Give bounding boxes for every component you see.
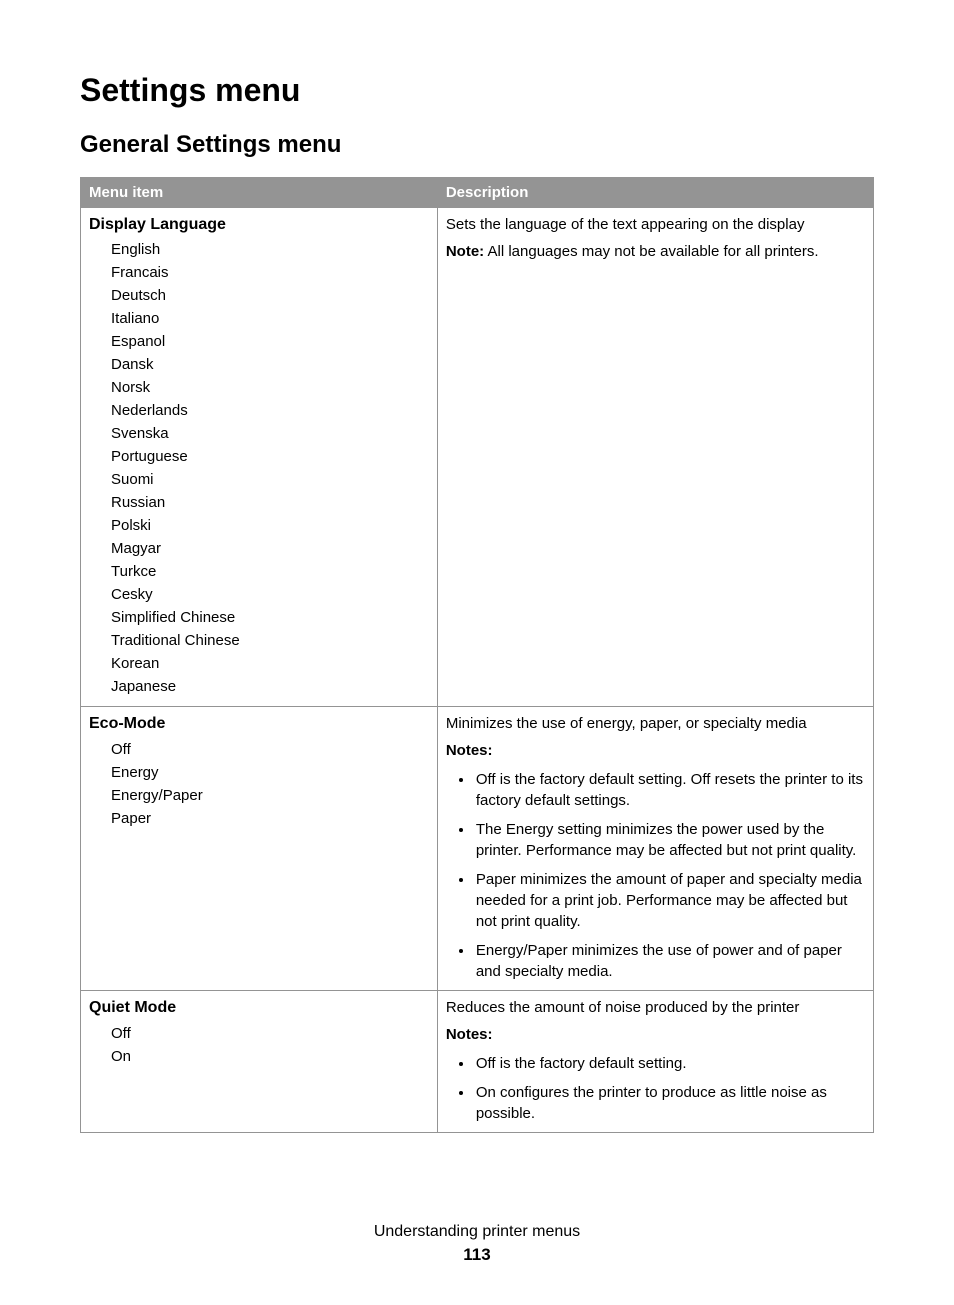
- description-note: Note: All languages may not be available…: [446, 241, 865, 262]
- table-row: Quiet Mode Off On Reduces the amount of …: [81, 991, 874, 1133]
- option-item: Japanese: [111, 675, 429, 698]
- page-title: Settings menu: [80, 72, 874, 109]
- table-header-menu-item: Menu item: [81, 178, 438, 208]
- note-item: Paper minimizes the amount of paper and …: [474, 867, 865, 938]
- option-item: Energy/Paper: [111, 784, 429, 807]
- table-header-description: Description: [437, 178, 873, 208]
- option-item: Paper: [111, 807, 429, 830]
- table-row: Display Language English Francais Deutsc…: [81, 208, 874, 707]
- option-item: Espanol: [111, 330, 429, 353]
- menu-item-cell: Quiet Mode Off On: [81, 991, 438, 1133]
- note-item: Off is the factory default setting. Off …: [474, 767, 865, 817]
- option-item: Svenska: [111, 422, 429, 445]
- option-list: English Francais Deutsch Italiano Espano…: [89, 238, 429, 698]
- menu-item-cell: Display Language English Francais Deutsc…: [81, 208, 438, 707]
- option-item: Polski: [111, 514, 429, 537]
- notes-list: Off is the factory default setting. On c…: [446, 1051, 865, 1124]
- description-cell: Minimizes the use of energy, paper, or s…: [437, 707, 873, 991]
- option-item: Suomi: [111, 468, 429, 491]
- option-item: Korean: [111, 652, 429, 675]
- description-cell: Sets the language of the text appearing …: [437, 208, 873, 707]
- option-item: Turkce: [111, 560, 429, 583]
- note-item: On configures the printer to produce as …: [474, 1080, 865, 1124]
- footer-page-number: 113: [80, 1245, 874, 1265]
- menu-item-title: Quiet Mode: [89, 997, 429, 1019]
- notes-list: Off is the factory default setting. Off …: [446, 767, 865, 982]
- option-item: Simplified Chinese: [111, 606, 429, 629]
- option-item: Deutsch: [111, 284, 429, 307]
- option-item: Nederlands: [111, 399, 429, 422]
- option-item: Off: [111, 738, 429, 761]
- option-item: Cesky: [111, 583, 429, 606]
- option-item: Dansk: [111, 353, 429, 376]
- notes-label: Notes:: [446, 1024, 865, 1045]
- option-item: Italiano: [111, 307, 429, 330]
- option-list: Off On: [89, 1022, 429, 1068]
- description-lead: Reduces the amount of noise produced by …: [446, 997, 865, 1018]
- option-item: Magyar: [111, 537, 429, 560]
- footer-chapter: Understanding printer menus: [80, 1223, 874, 1241]
- option-item: On: [111, 1045, 429, 1068]
- option-list: Off Energy Energy/Paper Paper: [89, 738, 429, 830]
- option-item: Traditional Chinese: [111, 629, 429, 652]
- option-item: Francais: [111, 261, 429, 284]
- description-cell: Reduces the amount of noise produced by …: [437, 991, 873, 1133]
- option-item: Portuguese: [111, 445, 429, 468]
- option-item: English: [111, 238, 429, 261]
- page-container: Settings menu General Settings menu Menu…: [0, 0, 954, 1305]
- note-item: Off is the factory default setting.: [474, 1051, 865, 1080]
- notes-label: Notes:: [446, 740, 865, 761]
- table-row: Eco-Mode Off Energy Energy/Paper Paper M…: [81, 707, 874, 991]
- option-item: Norsk: [111, 376, 429, 399]
- menu-item-cell: Eco-Mode Off Energy Energy/Paper Paper: [81, 707, 438, 991]
- menu-item-title: Display Language: [89, 214, 429, 236]
- menu-item-title: Eco-Mode: [89, 713, 429, 735]
- option-item: Off: [111, 1022, 429, 1045]
- option-item: Russian: [111, 491, 429, 514]
- section-title: General Settings menu: [80, 131, 874, 159]
- note-text: All languages may not be available for a…: [484, 243, 818, 260]
- note-item: Energy/Paper minimizes the use of power …: [474, 938, 865, 982]
- settings-table: Menu item Description Display Language E…: [80, 177, 874, 1133]
- note-item: The Energy setting minimizes the power u…: [474, 817, 865, 867]
- note-prefix: Note:: [446, 243, 484, 260]
- option-item: Energy: [111, 761, 429, 784]
- description-lead: Minimizes the use of energy, paper, or s…: [446, 713, 865, 734]
- description-lead: Sets the language of the text appearing …: [446, 214, 865, 235]
- page-footer: Understanding printer menus 113: [80, 1223, 874, 1265]
